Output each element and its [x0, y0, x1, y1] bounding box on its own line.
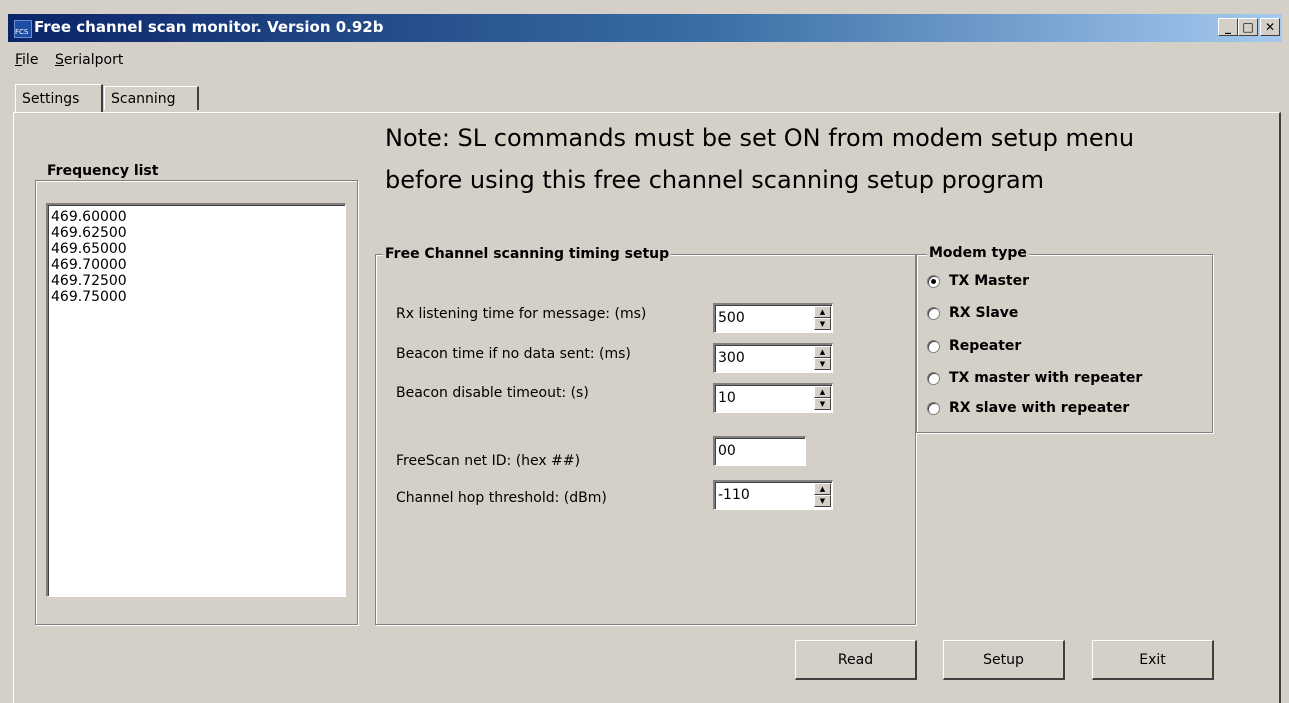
hop-threshold-stepper[interactable]: ▲▼ — [713, 480, 833, 510]
list-item[interactable]: 469.75000 — [51, 289, 345, 305]
window-title: Free channel scan monitor. Version 0.92b — [34, 18, 384, 36]
beacon-disable-input[interactable] — [716, 387, 800, 409]
hop-threshold-input[interactable] — [716, 484, 800, 506]
hop-threshold-label: Channel hop threshold: (dBm) — [396, 490, 607, 506]
app-icon — [14, 20, 32, 38]
beacon-disable-label: Beacon disable timeout: (s) — [396, 385, 589, 401]
radio-icon — [927, 339, 940, 353]
radio-icon — [927, 401, 940, 415]
radio-rx-slave[interactable]: RX Slave — [927, 305, 1018, 321]
spin-up-icon[interactable]: ▲ — [814, 346, 831, 358]
radio-tx-master-repeater[interactable]: TX master with repeater — [927, 370, 1142, 386]
spin-up-icon[interactable]: ▲ — [814, 386, 831, 398]
maximize-button[interactable]: □ — [1238, 18, 1258, 36]
list-item[interactable]: 469.72500 — [51, 273, 345, 289]
tab-settings[interactable]: Settings — [15, 84, 103, 112]
radio-label: TX master with repeater — [949, 370, 1143, 386]
radio-icon — [927, 371, 940, 385]
radio-label: RX Slave — [949, 305, 1019, 321]
spin-up-icon[interactable]: ▲ — [814, 483, 831, 495]
timing-legend: Free Channel scanning timing setup — [383, 246, 672, 262]
read-button[interactable]: Read — [795, 640, 917, 680]
menu-serialport-accel: S — [55, 52, 64, 68]
spin-down-icon[interactable]: ▼ — [814, 495, 831, 507]
beacon-disable-stepper[interactable]: ▲▼ — [713, 383, 833, 413]
frequency-legend: Frequency list — [45, 163, 161, 179]
rx-listening-label: Rx listening time for message: (ms) — [396, 306, 647, 322]
net-id-label: FreeScan net ID: (hex ##) — [396, 453, 581, 469]
beacon-time-label: Beacon time if no data sent: (ms) — [396, 346, 631, 362]
radio-repeater[interactable]: Repeater — [927, 338, 1021, 354]
exit-button[interactable]: Exit — [1092, 640, 1214, 680]
beacon-time-input[interactable] — [716, 347, 800, 369]
radio-icon — [927, 306, 940, 320]
setup-button[interactable]: Setup — [943, 640, 1065, 680]
menu-serialport-label: erialport — [63, 52, 124, 68]
list-item[interactable]: 469.70000 — [51, 257, 345, 273]
list-item[interactable]: 469.65000 — [51, 241, 345, 257]
close-button[interactable]: ✕ — [1260, 18, 1280, 36]
menu-file-label: ile — [22, 52, 39, 68]
note-line-1: Note: SL commands must be set ON from mo… — [385, 124, 1135, 152]
menu-file-accel: F — [15, 52, 23, 68]
radio-rx-slave-repeater[interactable]: RX slave with repeater — [927, 400, 1129, 416]
minimize-button[interactable]: _ — [1218, 18, 1238, 36]
frequency-listbox[interactable]: 469.60000 469.62500 469.65000 469.70000 … — [46, 203, 346, 597]
radio-label: Repeater — [949, 338, 1022, 354]
net-id-field[interactable] — [713, 436, 806, 466]
rx-listening-input[interactable] — [716, 307, 800, 329]
note-line-2: before using this free channel scanning … — [385, 166, 1045, 194]
tab-scanning[interactable]: Scanning — [104, 86, 199, 110]
spin-down-icon[interactable]: ▼ — [814, 318, 831, 330]
menu-serialport[interactable]: Serialport — [55, 52, 123, 68]
radio-selected-icon — [927, 274, 940, 288]
net-id-input[interactable] — [716, 440, 800, 462]
modem-legend: Modem type — [927, 245, 1029, 261]
radio-tx-master[interactable]: TX Master — [927, 273, 1029, 289]
beacon-time-stepper[interactable]: ▲▼ — [713, 343, 833, 373]
rx-listening-stepper[interactable]: ▲▼ — [713, 303, 833, 333]
spin-down-icon[interactable]: ▼ — [814, 398, 831, 410]
spin-up-icon[interactable]: ▲ — [814, 306, 831, 318]
list-item[interactable]: 469.60000 — [51, 209, 345, 225]
menu-file[interactable]: File — [15, 52, 38, 68]
radio-label: TX Master — [949, 273, 1030, 289]
spin-down-icon[interactable]: ▼ — [814, 358, 831, 370]
radio-label: RX slave with repeater — [949, 400, 1130, 416]
list-item[interactable]: 469.62500 — [51, 225, 345, 241]
